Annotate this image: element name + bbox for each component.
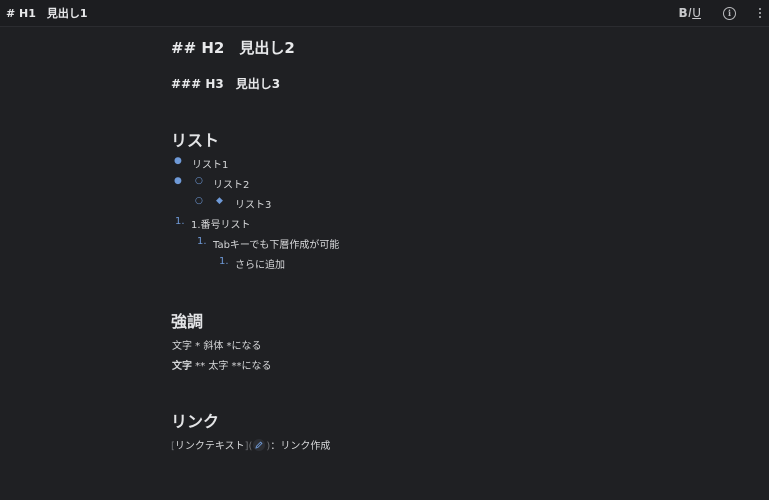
edit-link-icon[interactable] bbox=[253, 439, 266, 451]
link-section-heading[interactable]: リンク bbox=[171, 408, 219, 432]
bold-text: 文字 bbox=[172, 361, 192, 372]
editor-body[interactable]: ## H2 見出し2 ### H3 見出し3 リスト ● リスト1 ● ○ リス… bbox=[0, 0, 769, 500]
list-item[interactable]: さらに追加 bbox=[235, 256, 285, 271]
list-item[interactable]: リスト2 bbox=[213, 176, 249, 191]
bullet-dot-icon: ● bbox=[174, 176, 182, 186]
list-number: 1. bbox=[175, 216, 185, 227]
list-item[interactable]: リスト1 bbox=[192, 156, 228, 171]
list-item[interactable]: リスト3 bbox=[235, 196, 271, 211]
link-example-line[interactable]: [リンクテキスト]()：リンク作成 bbox=[171, 437, 330, 452]
bullet-circle-icon: ○ bbox=[195, 176, 203, 186]
list-item[interactable]: Tabキーでも下層作成が可能 bbox=[213, 236, 339, 251]
list-item[interactable]: 1.番号リスト bbox=[191, 216, 251, 231]
list-number: 1. bbox=[197, 236, 207, 247]
link-description: ：リンク作成 bbox=[270, 441, 331, 452]
bold-example-line[interactable]: 文字 ** 太字 **になる bbox=[172, 357, 272, 372]
link-bracket-mid: ]( bbox=[244, 441, 253, 452]
bullet-diamond-icon: ◆ bbox=[216, 196, 223, 206]
bullet-dot-icon: ● bbox=[174, 156, 182, 166]
heading-2[interactable]: ## H2 見出し2 bbox=[171, 37, 295, 58]
heading-3[interactable]: ### H3 見出し3 bbox=[171, 75, 280, 92]
link-text[interactable]: リンクテキスト bbox=[175, 441, 245, 452]
list-section-heading[interactable]: リスト bbox=[171, 127, 219, 151]
italic-example-line[interactable]: 文字 * 斜体 *になる bbox=[172, 337, 262, 352]
bold-rest-text: ** 太字 **になる bbox=[192, 361, 272, 372]
emphasis-section-heading[interactable]: 強調 bbox=[171, 308, 203, 332]
list-number: 1. bbox=[219, 256, 229, 267]
bullet-circle-icon: ○ bbox=[195, 196, 203, 206]
